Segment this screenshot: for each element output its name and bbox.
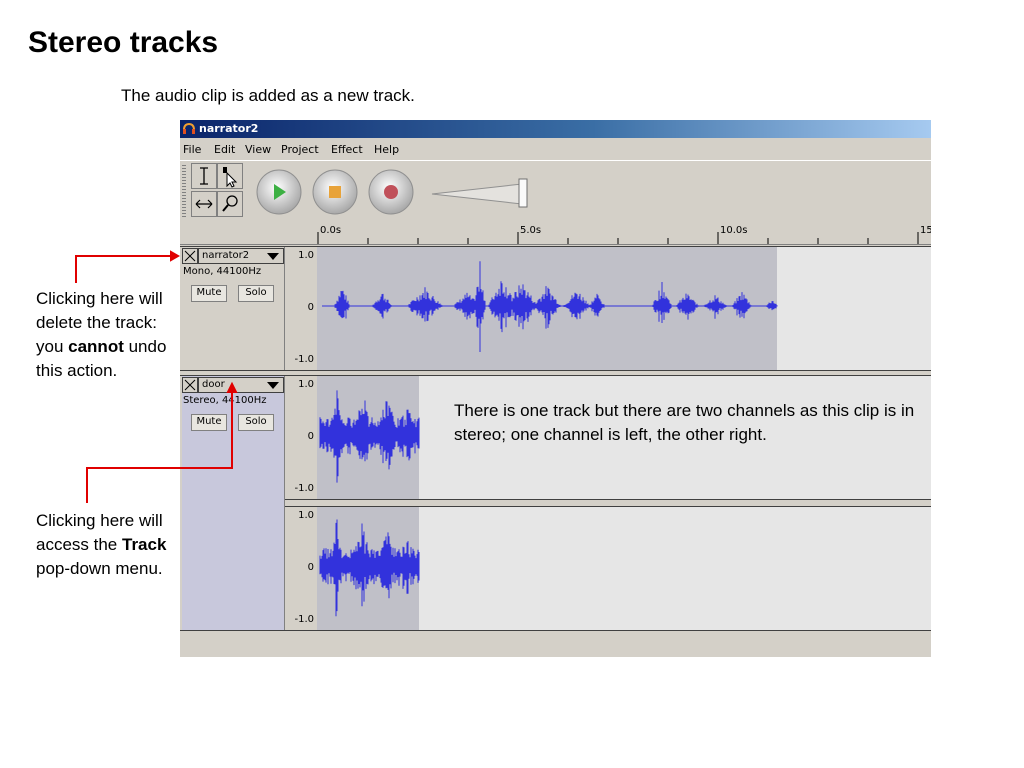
- arrow-to-close-button: [75, 250, 181, 283]
- annotation-arrows: [75, 250, 238, 503]
- arrow-to-track-menu: [86, 381, 238, 503]
